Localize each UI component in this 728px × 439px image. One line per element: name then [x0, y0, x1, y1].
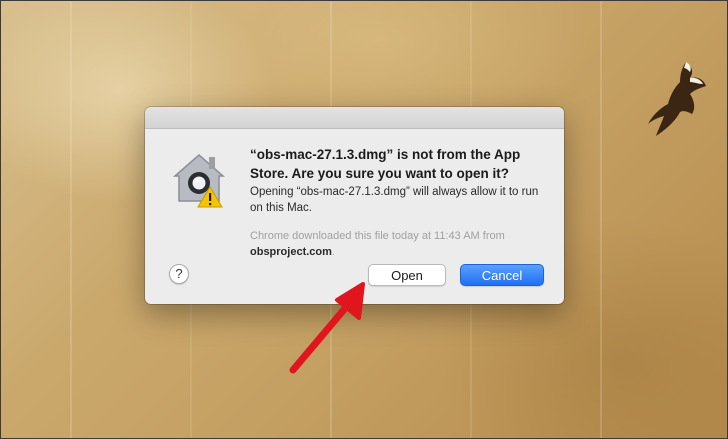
- gatekeeper-warning-icon: [169, 149, 229, 209]
- dialog-message: Opening “obs-mac-27.1.3.dmg” will always…: [250, 186, 539, 214]
- source-prefix: Chrome downloaded this file today at 11:…: [250, 230, 505, 242]
- open-button[interactable]: Open: [368, 264, 446, 286]
- dialog-titlebar: [145, 107, 564, 129]
- eagle-icon: [648, 62, 706, 136]
- dialog-headline: “obs-mac-27.1.3.dmg” is not from the App…: [250, 147, 521, 181]
- red-arrow-icon: [289, 282, 365, 374]
- download-source-text: Chrome downloaded this file today at 11:…: [250, 228, 550, 260]
- source-suffix: .: [331, 246, 335, 258]
- help-button[interactable]: ?: [169, 264, 189, 284]
- source-host: obsproject.com: [250, 246, 332, 258]
- gatekeeper-dialog: “obs-mac-27.1.3.dmg” is not from the App…: [145, 107, 564, 304]
- cancel-button[interactable]: Cancel: [460, 264, 544, 286]
